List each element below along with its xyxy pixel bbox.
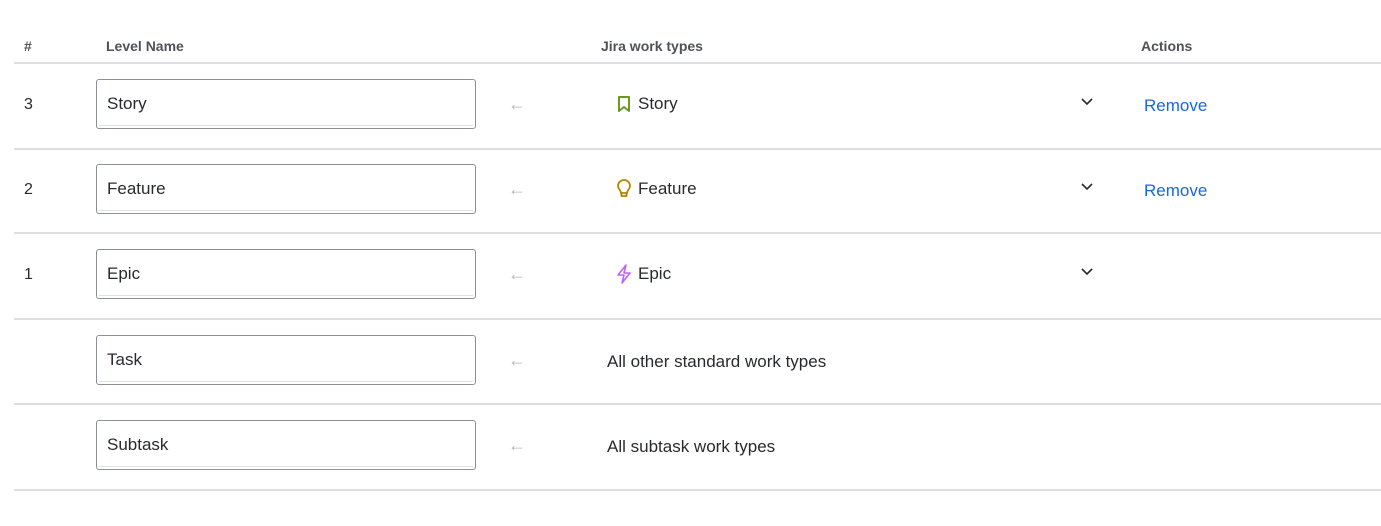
table-row: 2 ← Feature Remove [14,149,1381,233]
work-type-select[interactable]: Epic [616,264,671,284]
work-type-select[interactable]: Feature [616,179,697,199]
arrow-left-icon: ← [508,179,526,199]
work-type-label: Story [638,94,678,113]
remove-button[interactable]: Remove [1144,181,1207,201]
header-work-types: Jira work types [601,38,703,54]
level-name-input[interactable] [96,164,476,214]
header-number: # [24,38,32,54]
arrow-left-icon: ← [508,350,526,370]
table-row: ← All other standard work types [14,320,1381,404]
level-number: 3 [24,96,33,113]
level-number: 2 [24,181,33,198]
hierarchy-table: # Level Name Jira work types Actions 3 ←… [0,0,1381,526]
work-type-label: Feature [638,179,697,198]
level-name-input[interactable] [96,420,476,470]
header-actions: Actions [1141,38,1193,54]
level-name-input[interactable] [96,335,476,385]
table-row: ← All subtask work types [14,405,1381,489]
table-row: 1 ← Epic [14,234,1381,318]
chevron-down-icon[interactable] [1080,94,1094,108]
chevron-down-icon[interactable] [1080,264,1094,278]
lightning-icon [617,264,631,284]
work-type-description: All subtask work types [607,437,776,456]
lightbulb-icon [617,179,631,197]
level-name-input[interactable] [96,79,476,129]
arrow-left-icon: ← [508,94,526,114]
work-type-select[interactable]: Story [616,94,678,114]
level-name-input[interactable] [96,249,476,299]
work-type-label: Epic [638,264,672,283]
chevron-down-icon[interactable] [1080,179,1094,193]
arrow-left-icon: ← [508,435,526,455]
arrow-left-icon: ← [508,264,526,284]
divider [14,489,1381,491]
level-number: 1 [24,266,33,283]
bookmark-icon [618,96,630,112]
work-type-description: All other standard work types [607,352,827,371]
header-level-name: Level Name [106,38,184,54]
table-row: 3 ← Story Remove [14,64,1381,148]
remove-button[interactable]: Remove [1144,96,1207,116]
